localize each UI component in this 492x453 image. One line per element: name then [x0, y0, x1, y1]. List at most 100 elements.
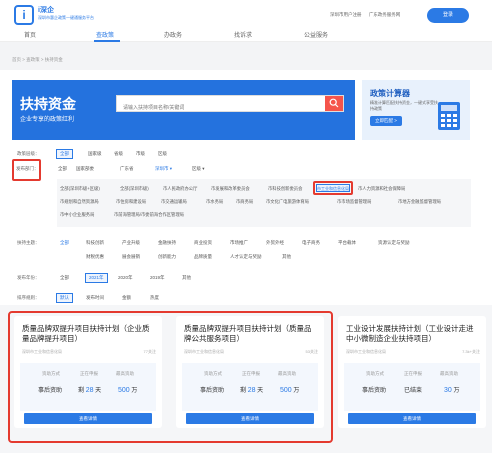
- sort-default[interactable]: 默认: [56, 293, 73, 303]
- card-title[interactable]: 工业设计发展扶持计划（工业设计走进中小微制造企业扶持项目）: [346, 324, 480, 344]
- nav-item-service[interactable]: 办政务: [164, 30, 182, 39]
- dept-item[interactable]: 市规划和自然资源局: [60, 199, 99, 205]
- breadcrumb-bar: [0, 42, 492, 70]
- nav-item-public[interactable]: 公益服务: [304, 30, 328, 39]
- sort-amount[interactable]: 金额: [122, 295, 131, 301]
- filter-dept-district[interactable]: 区级 ▾: [192, 166, 205, 172]
- card-days: 剩 28 天: [240, 385, 263, 394]
- card-days-unit: 天: [95, 388, 102, 394]
- filter-topic-all[interactable]: 全部: [60, 240, 69, 246]
- card-amount-value: 500: [118, 387, 130, 394]
- search-button[interactable]: [325, 96, 343, 111]
- card-info: 资助方式 正在申报 最高资助 事后资助 剩 28 天 500 万: [20, 363, 156, 411]
- login-button[interactable]: 登录: [427, 8, 469, 23]
- card-days-value: 28: [85, 387, 94, 394]
- filter-topic-option[interactable]: 商业投资: [194, 240, 212, 246]
- chevron-down-icon: ▾: [169, 166, 173, 171]
- filter-level-city[interactable]: 市级: [136, 151, 145, 157]
- dept-item[interactable]: 市发展和改革委员会: [211, 186, 250, 192]
- filter-level-district[interactable]: 区级: [158, 151, 167, 157]
- filter-dept-shenzhen[interactable]: 深圳市 ▾: [155, 166, 172, 172]
- filter-year-2019[interactable]: 2019年: [150, 275, 165, 281]
- dept-item[interactable]: 市水务局: [206, 199, 223, 205]
- dept-item[interactable]: 全部(深圳市级): [120, 186, 149, 192]
- top-link-register[interactable]: 深圳市用户注册: [330, 12, 362, 17]
- filter-topic-option[interactable]: 财税优惠: [86, 254, 104, 260]
- filter-topic-label: 扶持主题：: [17, 240, 40, 245]
- card-dept: 深圳市工业和信息化局: [346, 349, 386, 354]
- calculator-title: 政策计算器: [370, 89, 410, 98]
- top-link-gdzwfw[interactable]: 广东政务服务网: [369, 12, 401, 17]
- card-detail-button[interactable]: 查看详情: [24, 413, 152, 424]
- dept-item[interactable]: 市科技创新委员会: [268, 186, 302, 192]
- nav-item-home[interactable]: 首页: [24, 30, 36, 39]
- card-info-header: 资助方式: [366, 371, 384, 376]
- dept-item[interactable]: 市商务局: [236, 199, 253, 205]
- nav-item-policy[interactable]: 查政策: [96, 30, 114, 39]
- filter-topic-option[interactable]: 资源认定与奖励: [378, 240, 410, 246]
- sort-time[interactable]: 发布时间: [86, 295, 104, 301]
- hero-banner: 扶持资金 企业专享的政策红利: [12, 80, 355, 140]
- main-nav: 首页 查政策 办政务 找诉求 公益服务: [0, 27, 492, 42]
- filter-topic-option[interactable]: 外贸外经: [266, 240, 284, 246]
- dept-item[interactable]: 市交通运输局: [161, 199, 187, 205]
- dept-item[interactable]: 市市场监督管理局: [337, 199, 371, 205]
- card-title[interactable]: 质量品牌双提升项目扶持计划（质量品牌公共服务项目）: [184, 324, 318, 344]
- filter-dept-shenzhen-label: 深圳市: [155, 166, 169, 171]
- dept-item[interactable]: 市人力资源和社会保障局: [358, 186, 405, 192]
- policy-card[interactable]: 质量品牌双提升项目扶持计划（质量品牌公共服务项目） 深圳市工业和信息化局 53关…: [176, 316, 324, 428]
- dept-item[interactable]: 市住房和建设局: [116, 199, 146, 205]
- card-days-prefix: 剩: [78, 388, 85, 394]
- filter-topic-option[interactable]: 创新能力: [158, 254, 176, 260]
- logo-name[interactable]: i深企: [38, 5, 54, 15]
- dept-item[interactable]: 市地方金融监督管理局: [398, 199, 441, 205]
- dept-item[interactable]: 市前海管理局/市委前海合作区管理局: [114, 212, 184, 218]
- filter-topic-option[interactable]: 科技创新: [86, 240, 104, 246]
- filter-year-other[interactable]: 其他: [182, 275, 191, 281]
- filter-year-all[interactable]: 全部: [60, 275, 69, 281]
- dept-item[interactable]: 市人民政府办公厅: [163, 186, 197, 192]
- filter-topic-option[interactable]: 金融扶持: [158, 240, 176, 246]
- filter-dept-all[interactable]: 全部: [58, 166, 67, 172]
- card-days-unit: 天: [257, 388, 264, 394]
- card-info-header: 正在申报: [242, 371, 260, 376]
- logo-icon[interactable]: i: [14, 5, 34, 25]
- policy-card[interactable]: 质量品牌双提升项目扶持计划（企业质量品牌提升项目） 深圳市工业和信息化局 77关…: [14, 316, 162, 428]
- filter-topic-option[interactable]: 电子商务: [302, 240, 320, 246]
- filter-topic-option[interactable]: 平台载体: [338, 240, 356, 246]
- filter-year-2020[interactable]: 2020年: [118, 275, 133, 281]
- card-detail-button[interactable]: 查看详情: [186, 413, 314, 424]
- filter-dept-guangdong[interactable]: 广东省: [120, 166, 134, 172]
- dept-item[interactable]: 市中小企业服务局: [60, 212, 94, 218]
- dept-item[interactable]: 市文化广电旅游体育局: [266, 199, 309, 205]
- filter-topic-option[interactable]: 品牌质量: [194, 254, 212, 260]
- search-box: [116, 95, 344, 116]
- card-mode: 事后资助: [38, 388, 63, 394]
- filter-topic-option[interactable]: 其他: [282, 254, 291, 260]
- card-info-header: 正在申报: [404, 371, 422, 376]
- filter-dept-ministry[interactable]: 国家部委: [76, 166, 94, 172]
- card-days-value: 已结束: [404, 388, 423, 394]
- policy-calculator: 政策计算器 精准计算匹配扶持资金，一键式享受扶持政策 立即匹配 >: [362, 80, 470, 140]
- dept-item[interactable]: 全部(深圳市级+区级): [60, 186, 100, 192]
- filter-topic-option[interactable]: 人才认定与奖励: [230, 254, 262, 260]
- filter-level-province[interactable]: 省级: [114, 151, 123, 157]
- nav-item-appeal[interactable]: 找诉求: [234, 30, 252, 39]
- sort-popularity[interactable]: 热度: [150, 295, 159, 301]
- calculator-subtitle: 精准计算匹配扶持资金，一键式享受扶持政策: [370, 100, 438, 111]
- breadcrumb[interactable]: 首页 > 查政策 > 扶持资金: [12, 57, 63, 63]
- filter-level-national[interactable]: 国家级: [88, 151, 102, 157]
- card-views: 53关注: [305, 349, 318, 354]
- card-mode: 事后资助: [200, 388, 225, 394]
- calculator-match-button[interactable]: 立即匹配 >: [370, 116, 402, 126]
- search-input[interactable]: [117, 100, 317, 116]
- filter-year-2021[interactable]: 2021年: [85, 273, 108, 283]
- policy-card[interactable]: 工业设计发展扶持计划（工业设计走进中小微制造企业扶持项目） 深圳市工业和信息化局…: [338, 316, 486, 428]
- card-detail-button[interactable]: 查看详情: [348, 413, 476, 424]
- card-title[interactable]: 质量品牌双提升项目扶持计划（企业质量品牌提升项目）: [22, 324, 156, 344]
- filter-topic-option[interactable]: 展会展销: [122, 254, 140, 260]
- filter-topic-option[interactable]: 产业升级: [122, 240, 140, 246]
- filter-topic-option[interactable]: 市场推广: [230, 240, 248, 246]
- dept-item-selected[interactable]: 市工业和信息化局: [316, 184, 350, 192]
- filter-level-all[interactable]: 全部: [56, 149, 73, 159]
